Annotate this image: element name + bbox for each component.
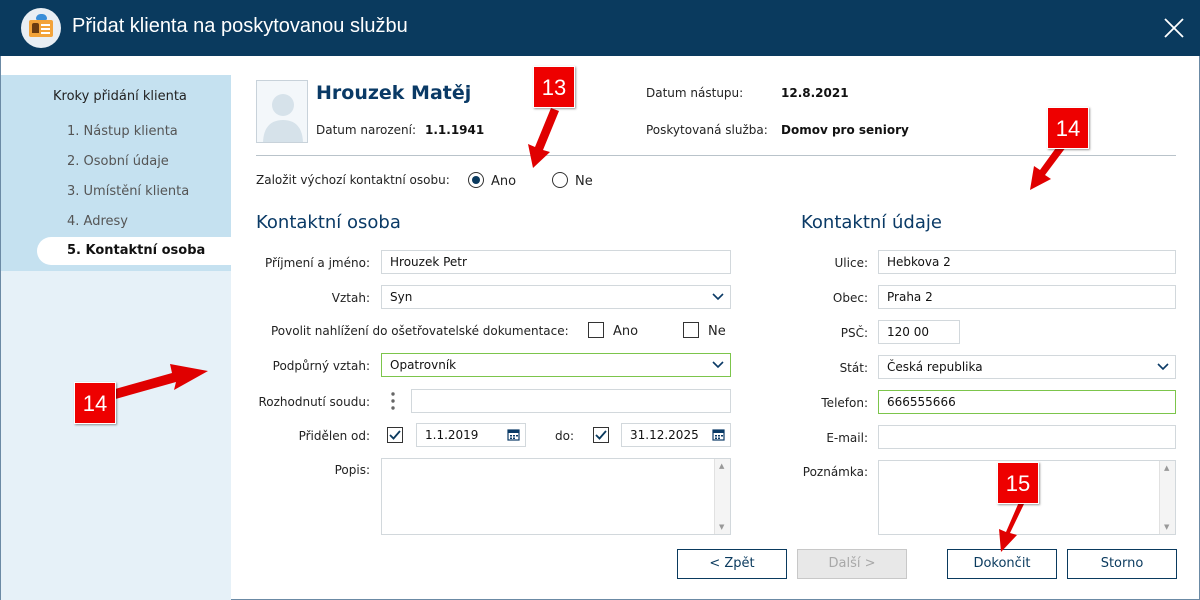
start-date-value: 12.8.2021 bbox=[781, 86, 849, 100]
annotation-badge-14-right: 14 bbox=[1047, 107, 1089, 149]
finish-button[interactable]: Dokončit bbox=[947, 549, 1057, 579]
court-decision-input[interactable] bbox=[411, 389, 731, 413]
allow-docs-yes-checkbox[interactable] bbox=[588, 322, 604, 338]
step-placement[interactable]: 3. Umístění klienta bbox=[67, 184, 189, 199]
step-personal[interactable]: 2. Osobní údaje bbox=[67, 154, 169, 169]
allow-docs-yes-label: Ano bbox=[613, 324, 639, 339]
service-value: Domov pro seniory bbox=[781, 123, 909, 137]
client-name: Hrouzek Matěj bbox=[316, 82, 472, 104]
country-label: Stát: bbox=[839, 361, 868, 375]
chevron-down-icon bbox=[712, 293, 724, 301]
allow-docs-no-label: Ne bbox=[708, 324, 726, 339]
email-label: E-mail: bbox=[826, 431, 868, 445]
header-divider bbox=[256, 155, 1176, 156]
chevron-down-icon bbox=[1157, 363, 1169, 371]
contact-details-title: Kontaktní údaje bbox=[801, 212, 942, 233]
name-input[interactable]: Hrouzek Petr bbox=[381, 250, 731, 274]
zip-input[interactable]: 120 00 bbox=[878, 320, 960, 344]
title-bar: Přidat klienta na poskytovanou službu bbox=[0, 0, 1200, 56]
kebab-icon[interactable] bbox=[389, 391, 397, 411]
steps-panel: Kroky přidání klienta 1. Nástup klienta … bbox=[1, 75, 231, 271]
calendar-icon[interactable] bbox=[507, 428, 520, 441]
step-addresses[interactable]: 4. Adresy bbox=[67, 214, 128, 229]
court-decision-label: Rozhodnutí soudu: bbox=[258, 395, 370, 409]
steps-sidebar: Kroky přidání klienta 1. Nástup klienta … bbox=[1, 75, 231, 600]
assigned-from-checkbox[interactable] bbox=[387, 427, 403, 443]
cancel-button[interactable]: Storno bbox=[1067, 549, 1177, 579]
user-silhouette-icon bbox=[256, 80, 308, 143]
street-input[interactable]: Hebkova 2 bbox=[878, 250, 1176, 274]
start-date-label: Datum nástupu: bbox=[646, 86, 744, 100]
next-button: Další > bbox=[797, 549, 907, 579]
city-input[interactable]: Praha 2 bbox=[878, 285, 1176, 309]
client-card-icon bbox=[21, 8, 61, 48]
relation-label: Vztah: bbox=[331, 291, 370, 305]
note-label: Poznámka: bbox=[802, 465, 868, 479]
assigned-from-label: Přidělen od: bbox=[298, 429, 370, 443]
phone-label: Telefon: bbox=[821, 396, 868, 410]
step-contact-person-label: 5. Kontaktní osoba bbox=[67, 243, 206, 258]
country-select[interactable]: Česká republika bbox=[878, 355, 1176, 379]
city-label: Obec: bbox=[832, 291, 868, 305]
default-contact-yes-radio[interactable] bbox=[468, 172, 484, 188]
checkmark-icon bbox=[595, 430, 607, 440]
phone-input[interactable]: 666555666 bbox=[878, 390, 1176, 414]
relation-select[interactable]: Syn bbox=[381, 285, 731, 309]
chevron-down-icon bbox=[712, 361, 724, 369]
birth-date-value: 1.1.1941 bbox=[425, 123, 485, 137]
service-label: Poskytovaná služba: bbox=[646, 123, 768, 137]
assigned-to-label: do: bbox=[555, 429, 575, 443]
allow-docs-no-checkbox[interactable] bbox=[683, 322, 699, 338]
name-label: Příjmení a jméno: bbox=[264, 256, 370, 270]
support-relation-select[interactable]: Opatrovník bbox=[381, 353, 731, 377]
step-contact-person[interactable]: 5. Kontaktní osoba bbox=[37, 237, 231, 265]
allow-docs-label: Povolit nahlížení do ošetřovatelské doku… bbox=[271, 324, 569, 338]
default-contact-no-radio[interactable] bbox=[552, 172, 568, 188]
textarea-scrollbar[interactable]: ▲ ▼ bbox=[714, 459, 730, 534]
back-button[interactable]: < Zpět bbox=[677, 549, 787, 579]
description-textarea[interactable]: ▲ ▼ bbox=[381, 458, 731, 535]
street-label: Ulice: bbox=[834, 256, 868, 270]
email-input[interactable] bbox=[878, 425, 1176, 449]
contact-person-title: Kontaktní osoba bbox=[256, 212, 401, 233]
description-label: Popis: bbox=[334, 463, 370, 477]
textarea-scrollbar[interactable]: ▲ ▼ bbox=[1159, 461, 1175, 534]
birth-date-label: Datum narození: bbox=[316, 123, 417, 137]
assigned-to-checkbox[interactable] bbox=[593, 427, 609, 443]
checkmark-icon bbox=[389, 430, 401, 440]
support-relation-label: Podpůrný vztah: bbox=[272, 359, 370, 373]
default-contact-label: Založit výchozí kontaktní osobu: bbox=[256, 173, 450, 187]
calendar-icon[interactable] bbox=[712, 428, 725, 441]
default-contact-no-label: Ne bbox=[575, 174, 593, 189]
default-contact-yes-label: Ano bbox=[491, 174, 517, 189]
step-arrival[interactable]: 1. Nástup klienta bbox=[67, 124, 178, 139]
window-title: Přidat klienta na poskytovanou službu bbox=[72, 15, 408, 37]
zip-label: PSČ: bbox=[840, 326, 868, 340]
steps-title: Kroky přidání klienta bbox=[53, 89, 187, 104]
annotation-badge-13: 13 bbox=[533, 66, 575, 108]
annotation-badge-15: 15 bbox=[997, 462, 1039, 504]
annotation-badge-14-left: 14 bbox=[74, 382, 116, 424]
close-icon[interactable] bbox=[1162, 16, 1186, 40]
